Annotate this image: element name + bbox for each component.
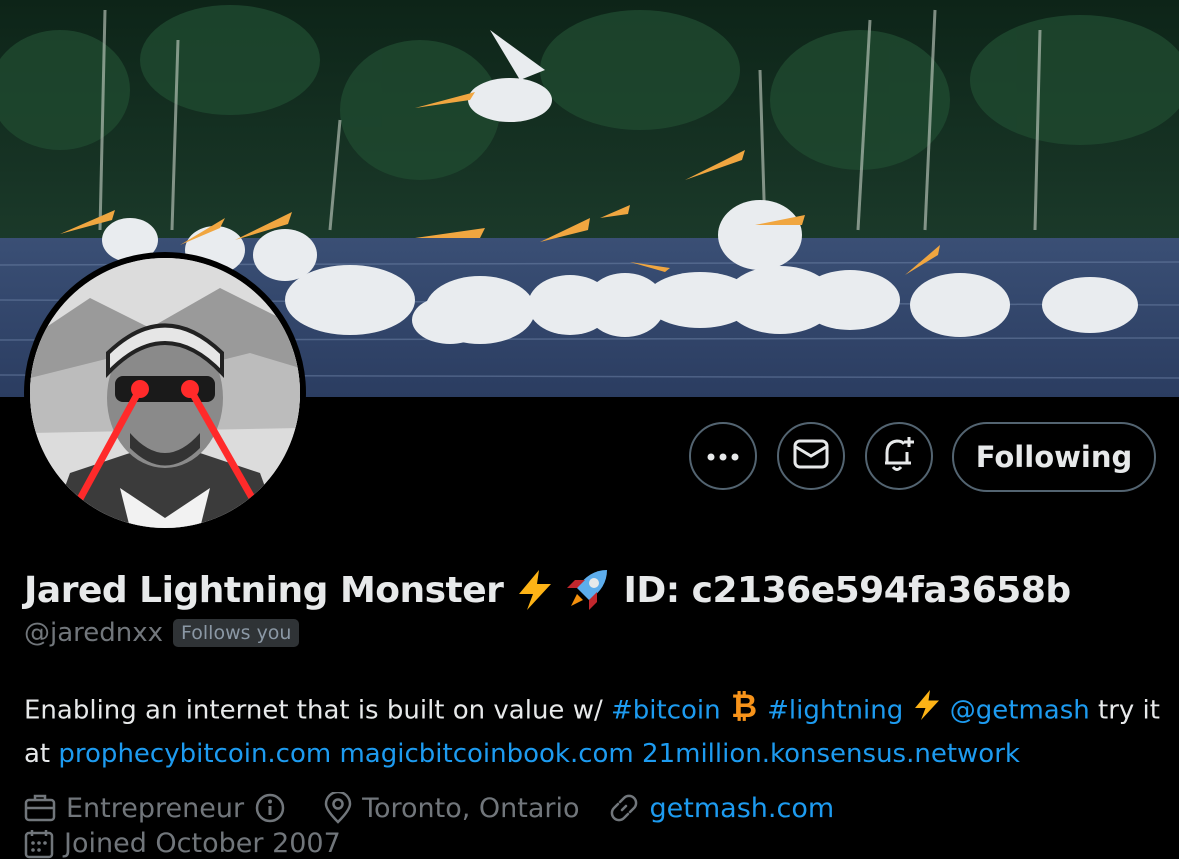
info-icon[interactable] xyxy=(254,792,286,824)
profession-item: Entrepreneur xyxy=(24,792,296,824)
briefcase-icon xyxy=(24,794,56,822)
location-label: Toronto, Ontario xyxy=(362,792,580,824)
bio-link-prophecybitcoin[interactable]: prophecybitcoin.com xyxy=(58,739,331,769)
bell-plus-icon xyxy=(881,435,917,477)
bio-link-konsensus[interactable]: 21million.konsensus.network xyxy=(642,739,1020,769)
notifications-button[interactable] xyxy=(865,422,933,490)
more-button[interactable] xyxy=(689,422,757,490)
profile-id-text: ID: c2136e594fa3658b xyxy=(623,569,1071,611)
hashtag-lightning-link[interactable]: #lightning xyxy=(767,696,903,726)
mention-getmash-link[interactable]: @getmash xyxy=(950,696,1090,726)
link-icon xyxy=(610,794,637,822)
profession-label: Entrepreneur xyxy=(66,792,245,824)
hashtag-bitcoin-link[interactable]: #bitcoin xyxy=(611,696,721,726)
profile-meta: Entrepreneur Toronto, Ontario getmash.co… xyxy=(24,792,862,824)
display-name: Jared Lightning Monster xyxy=(24,569,504,611)
profile-avatar[interactable] xyxy=(24,252,306,534)
bio-text: Enabling an internet that is built on va… xyxy=(24,695,611,726)
profile-name-row: Jared Lightning Monster ID: c2136e594fa3… xyxy=(24,566,1071,614)
rocket-emoji-icon xyxy=(563,566,611,614)
profile-handle: @jarednxx xyxy=(24,618,164,648)
envelope-icon xyxy=(793,439,829,473)
message-button[interactable] xyxy=(777,422,845,490)
website-link[interactable]: getmash.com xyxy=(650,793,835,824)
bitcoin-emoji-icon: ₿ xyxy=(729,687,759,734)
following-button[interactable]: Following xyxy=(952,422,1156,492)
bio-link-magicbitcoinbook[interactable]: magicbitcoinbook.com xyxy=(339,739,633,769)
website-item: getmash.com xyxy=(608,792,835,824)
profile-bio: Enabling an internet that is built on va… xyxy=(24,687,1164,774)
avatar-image xyxy=(30,258,300,528)
location-item: Toronto, Ontario xyxy=(324,792,580,824)
joined-item: Joined October 2007 xyxy=(24,828,341,859)
map-pin-icon xyxy=(324,792,352,824)
svg-text:₿: ₿ xyxy=(731,688,757,722)
lightning-emoji-icon xyxy=(515,568,555,612)
calendar-icon xyxy=(24,829,54,858)
follows-you-badge: Follows you xyxy=(173,619,300,647)
handle-row: @jarednxx Follows you xyxy=(24,618,300,648)
lightning-emoji-icon xyxy=(912,688,942,734)
ellipsis-icon xyxy=(706,447,740,466)
joined-label: Joined October 2007 xyxy=(64,828,341,859)
